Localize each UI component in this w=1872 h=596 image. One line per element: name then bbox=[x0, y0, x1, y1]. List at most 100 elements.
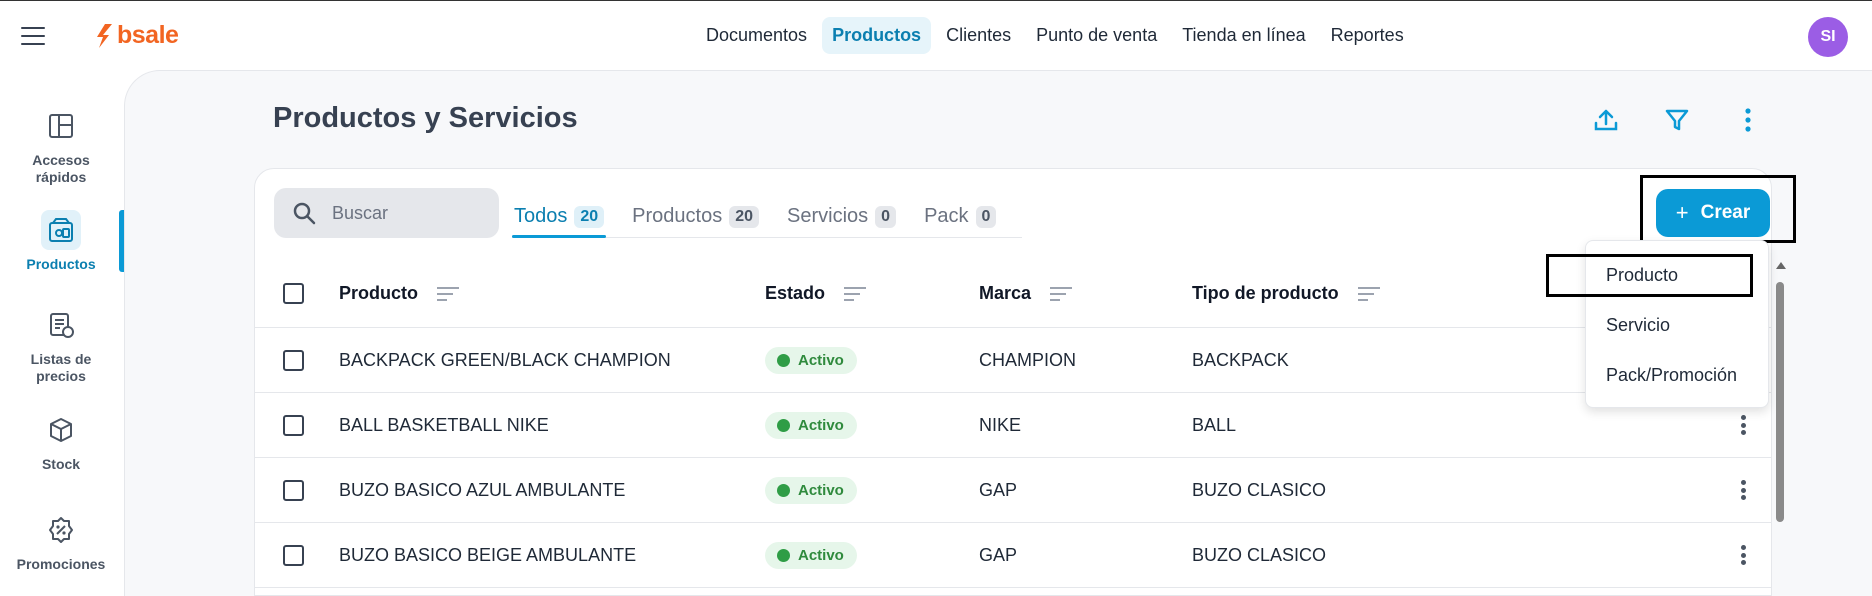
sort-icon[interactable] bbox=[1357, 285, 1381, 303]
sidebar-item-productos[interactable]: Productos bbox=[0, 210, 122, 273]
cell-estado: Activo bbox=[765, 541, 857, 569]
status-dot-icon bbox=[777, 483, 790, 497]
column-label: Marca bbox=[979, 283, 1032, 303]
sidebar-item-label: Stock bbox=[41, 456, 81, 472]
row-checkbox[interactable] bbox=[283, 544, 304, 566]
row-more-icon[interactable] bbox=[1733, 413, 1753, 437]
nav-productos[interactable]: Productos bbox=[822, 17, 932, 54]
column-label: Tipo de producto bbox=[1192, 283, 1339, 303]
crear-dropdown-menu: Producto Servicio Pack/Promoción bbox=[1585, 240, 1769, 408]
scrollbar-thumb[interactable] bbox=[1776, 282, 1784, 522]
row-checkbox[interactable] bbox=[283, 414, 304, 436]
tab-productos[interactable]: Productos 20 bbox=[630, 196, 761, 237]
search-icon bbox=[293, 202, 316, 225]
avatar[interactable]: SI bbox=[1808, 17, 1848, 57]
scroll-up-icon[interactable] bbox=[1776, 262, 1786, 269]
cell-marca: GAP bbox=[979, 544, 1018, 565]
sidebar-item-accesos-rapidos[interactable]: Accesos rápidos bbox=[0, 106, 122, 186]
row-more-icon[interactable] bbox=[1733, 543, 1753, 567]
filter-icon[interactable] bbox=[1664, 107, 1690, 133]
sidebar-item-stock[interactable]: Stock bbox=[0, 410, 122, 473]
sort-icon[interactable] bbox=[436, 285, 460, 303]
row-more-icon[interactable] bbox=[1733, 478, 1753, 502]
row-checkbox[interactable] bbox=[283, 479, 304, 501]
tab-count-badge: 20 bbox=[574, 205, 605, 228]
sidebar-item-label: Accesos rápidos bbox=[32, 152, 90, 185]
row-checkbox[interactable] bbox=[283, 349, 304, 371]
cell-estado: Activo bbox=[765, 346, 857, 374]
more-options-icon[interactable] bbox=[1735, 107, 1761, 133]
nav-reportes[interactable]: Reportes bbox=[1321, 17, 1414, 54]
menu-icon[interactable] bbox=[21, 27, 45, 45]
sidebar-item-label: Listas de precios bbox=[30, 351, 92, 384]
cell-estado: Activo bbox=[765, 411, 857, 439]
tab-count-badge: 0 bbox=[975, 205, 997, 228]
search-input[interactable]: Buscar bbox=[274, 188, 499, 238]
tab-todos[interactable]: Todos 20 bbox=[512, 196, 607, 238]
sidebar-item-label: Promociones bbox=[16, 556, 106, 572]
logo[interactable]: bsale bbox=[96, 21, 179, 50]
table-row[interactable]: BALL BASKETBALL NIKE Activo NIKE BALL bbox=[255, 392, 1771, 457]
status-dot-icon bbox=[777, 353, 790, 367]
table-row bbox=[255, 587, 1771, 596]
upload-icon[interactable] bbox=[1593, 107, 1619, 133]
status-badge: Activo bbox=[765, 346, 857, 374]
menu-item-servicio[interactable]: Servicio bbox=[1606, 315, 1670, 336]
tab-count-badge: 20 bbox=[729, 205, 760, 228]
select-all-checkbox[interactable] bbox=[283, 283, 304, 304]
status-label: Activo bbox=[798, 351, 844, 369]
menu-item-producto[interactable]: Producto bbox=[1606, 265, 1678, 286]
column-header-marca[interactable]: Marca bbox=[979, 283, 1073, 304]
logo-text: bsale bbox=[117, 21, 179, 49]
column-label: Estado bbox=[765, 283, 826, 303]
sidebar-item-listas-de-precios[interactable]: Listas de precios bbox=[0, 305, 122, 385]
cell-estado: Activo bbox=[765, 476, 857, 504]
table-row[interactable]: BACKPACK GREEN/BLACK CHAMPION Activo CHA… bbox=[255, 327, 1771, 392]
crear-button[interactable]: + Crear bbox=[1656, 189, 1770, 237]
products-icon bbox=[41, 210, 81, 250]
status-dot-icon bbox=[777, 548, 790, 562]
table-row[interactable]: BUZO BASICO BEIGE AMBULANTE Activo GAP B… bbox=[255, 522, 1771, 587]
sort-icon[interactable] bbox=[1049, 285, 1073, 303]
cell-marca: NIKE bbox=[979, 414, 1022, 435]
column-header-tipo-de-producto[interactable]: Tipo de producto bbox=[1192, 283, 1381, 304]
tabs: Todos 20 Productos 20 Servicios 0 Pack 0 bbox=[512, 196, 1023, 238]
top-bar: bsale Documentos Productos Clientes Punt… bbox=[0, 0, 1872, 70]
nav-documentos[interactable]: Documentos bbox=[696, 17, 817, 54]
nav-punto-de-venta[interactable]: Punto de venta bbox=[1026, 17, 1167, 54]
cell-tipo: BALL bbox=[1192, 414, 1237, 435]
bsale-logo-icon bbox=[97, 23, 112, 48]
status-dot-icon bbox=[777, 418, 790, 432]
table-header: Producto Estado Marca Tipo de producto bbox=[255, 261, 1771, 326]
status-label: Activo bbox=[798, 546, 844, 564]
crear-label: Crear bbox=[1700, 202, 1751, 223]
cell-producto: BALL BASKETBALL NIKE bbox=[339, 414, 549, 435]
nav-clientes[interactable]: Clientes bbox=[936, 17, 1021, 54]
cell-marca: CHAMPION bbox=[979, 349, 1077, 370]
column-header-estado[interactable]: Estado bbox=[765, 283, 867, 304]
plus-icon: + bbox=[1675, 200, 1689, 225]
sort-icon[interactable] bbox=[843, 285, 867, 303]
sidebar-item-label: Productos bbox=[26, 256, 96, 272]
scrollbar[interactable] bbox=[1775, 262, 1786, 522]
menu-item-pack-promocion[interactable]: Pack/Promoción bbox=[1606, 365, 1737, 386]
percent-badge-icon bbox=[41, 510, 81, 550]
nav-tienda-en-linea[interactable]: Tienda en línea bbox=[1172, 17, 1315, 54]
status-badge: Activo bbox=[765, 476, 857, 504]
search-placeholder: Buscar bbox=[332, 202, 389, 223]
cell-marca: GAP bbox=[979, 479, 1018, 500]
tab-servicios[interactable]: Servicios 0 bbox=[785, 196, 898, 237]
column-header-producto[interactable]: Producto bbox=[339, 283, 460, 304]
table-row[interactable]: BUZO BASICO AZUL AMBULANTE Activo GAP BU… bbox=[255, 457, 1771, 522]
cell-producto: BUZO BASICO BEIGE AMBULANTE bbox=[339, 544, 637, 565]
cell-producto: BUZO BASICO AZUL AMBULANTE bbox=[339, 479, 626, 500]
status-badge: Activo bbox=[765, 541, 857, 569]
status-badge: Activo bbox=[765, 411, 857, 439]
cell-tipo: BUZO CLASICO bbox=[1192, 479, 1327, 500]
box-icon bbox=[41, 410, 81, 450]
tab-pack[interactable]: Pack 0 bbox=[922, 196, 998, 237]
cell-tipo: BUZO CLASICO bbox=[1192, 544, 1327, 565]
cell-producto: BACKPACK GREEN/BLACK CHAMPION bbox=[339, 349, 671, 370]
sidebar-item-promociones[interactable]: Promociones bbox=[0, 510, 122, 573]
layout-icon bbox=[41, 106, 81, 146]
